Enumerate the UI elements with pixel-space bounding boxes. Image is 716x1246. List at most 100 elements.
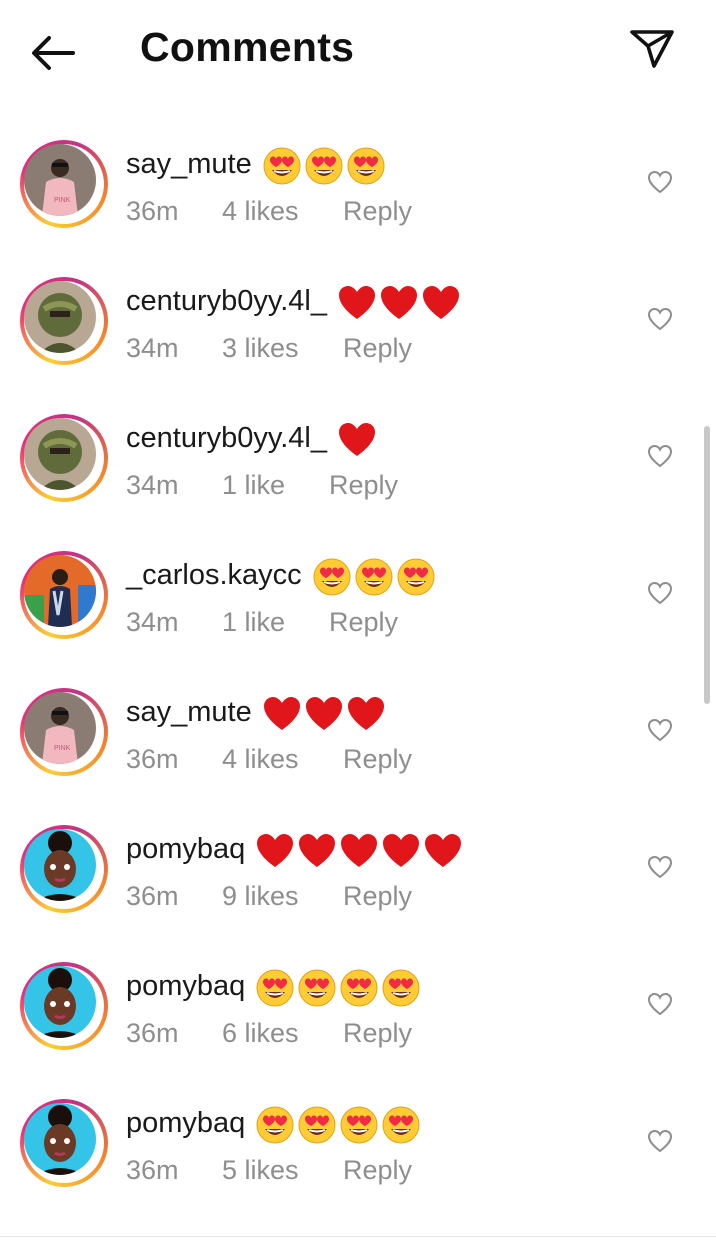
- red-heart-emoji: [423, 831, 463, 871]
- comment-likes[interactable]: 4 likes: [222, 196, 299, 227]
- heart-eyes-emoji: [262, 146, 302, 186]
- share-button[interactable]: [626, 24, 678, 72]
- red-heart-emoji: [297, 831, 337, 871]
- avatar-image: [24, 418, 96, 490]
- comment-row: pomybaq 36m 5 likes Reply: [0, 1085, 716, 1222]
- like-comment-button[interactable]: [644, 166, 676, 198]
- heart-eyes-emoji: [346, 146, 386, 186]
- avatar-image: [24, 966, 96, 1038]
- reply-button[interactable]: Reply: [329, 607, 398, 638]
- comment-likes[interactable]: 6 likes: [222, 1018, 299, 1049]
- heart-eyes-emoji: [304, 146, 344, 186]
- avatar[interactable]: [20, 1099, 108, 1187]
- red-heart-emoji: [421, 283, 461, 323]
- header-bar: Comments: [0, 0, 716, 104]
- comment-likes[interactable]: 1 like: [222, 607, 285, 638]
- avatar-image: [24, 555, 96, 627]
- reply-button[interactable]: Reply: [343, 881, 412, 912]
- arrow-left-icon: [32, 36, 75, 70]
- like-comment-button[interactable]: [644, 440, 676, 472]
- comment-text: [255, 831, 463, 871]
- comment-time: 34m: [126, 607, 179, 637]
- avatar-image: PINK: [24, 692, 96, 764]
- comment-text: [337, 420, 377, 460]
- like-comment-button[interactable]: [644, 851, 676, 883]
- comment-username[interactable]: centuryb0yy.4l_: [126, 285, 327, 318]
- comment-username[interactable]: say_mute: [126, 148, 252, 181]
- svg-text:PINK: PINK: [54, 745, 71, 752]
- comment-row: pomybaq 36m 6 likes Reply: [0, 948, 716, 1085]
- like-comment-button[interactable]: [644, 714, 676, 746]
- avatar[interactable]: [20, 962, 108, 1050]
- red-heart-emoji: [337, 420, 377, 460]
- comment-username[interactable]: pomybaq: [126, 1107, 245, 1140]
- avatar[interactable]: [20, 414, 108, 502]
- avatar[interactable]: [20, 277, 108, 365]
- heart-eyes-emoji: [297, 1105, 337, 1145]
- reply-button[interactable]: Reply: [329, 470, 398, 501]
- heart-eyes-emoji: [255, 968, 295, 1008]
- divider: [0, 1236, 716, 1237]
- red-heart-emoji: [379, 283, 419, 323]
- page-title: Comments: [140, 24, 355, 70]
- avatar-image: [24, 281, 96, 353]
- heart-eyes-emoji: [312, 557, 352, 597]
- comment-likes[interactable]: 1 like: [222, 470, 285, 501]
- comment-username[interactable]: say_mute: [126, 696, 252, 729]
- heart-eyes-emoji: [381, 968, 421, 1008]
- avatar[interactable]: PINK: [20, 688, 108, 776]
- heart-eyes-emoji: [354, 557, 394, 597]
- heart-outline-icon: [647, 992, 673, 1016]
- red-heart-emoji: [339, 831, 379, 871]
- avatar[interactable]: [20, 825, 108, 913]
- heart-eyes-emoji: [255, 1105, 295, 1145]
- back-button[interactable]: [26, 28, 80, 78]
- comment-time: 36m: [126, 881, 179, 911]
- red-heart-emoji: [337, 283, 377, 323]
- heart-outline-icon: [647, 855, 673, 879]
- red-heart-emoji: [262, 694, 302, 734]
- reply-button[interactable]: Reply: [343, 333, 412, 364]
- avatar-image: [24, 1103, 96, 1175]
- heart-eyes-emoji: [297, 968, 337, 1008]
- like-comment-button[interactable]: [644, 1125, 676, 1157]
- comment-row: pomybaq 36m 9 likes Reply: [0, 811, 716, 948]
- comment-likes[interactable]: 5 likes: [222, 1155, 299, 1186]
- comment-text: [262, 694, 386, 734]
- comment-text: [312, 557, 436, 597]
- svg-text:PINK: PINK: [54, 197, 71, 204]
- comment-username[interactable]: pomybaq: [126, 970, 245, 1003]
- heart-outline-icon: [647, 444, 673, 468]
- comment-likes[interactable]: 9 likes: [222, 881, 299, 912]
- heart-outline-icon: [647, 581, 673, 605]
- avatar[interactable]: PINK: [20, 140, 108, 228]
- comment-username[interactable]: centuryb0yy.4l_: [126, 422, 327, 455]
- like-comment-button[interactable]: [644, 577, 676, 609]
- comment-username[interactable]: _carlos.kaycc: [126, 559, 302, 592]
- heart-outline-icon: [647, 307, 673, 331]
- comment-time: 36m: [126, 196, 179, 226]
- reply-button[interactable]: Reply: [343, 744, 412, 775]
- comment-text: [255, 968, 421, 1008]
- reply-button[interactable]: Reply: [343, 196, 412, 227]
- avatar[interactable]: [20, 551, 108, 639]
- red-heart-emoji: [255, 831, 295, 871]
- comment-row: centuryb0yy.4l_ 34m 1 like Reply: [0, 400, 716, 537]
- comment-likes[interactable]: 3 likes: [222, 333, 299, 364]
- comment-time: 34m: [126, 470, 179, 500]
- like-comment-button[interactable]: [644, 988, 676, 1020]
- heart-eyes-emoji: [396, 557, 436, 597]
- like-comment-button[interactable]: [644, 303, 676, 335]
- red-heart-emoji: [381, 831, 421, 871]
- heart-eyes-emoji: [339, 1105, 379, 1145]
- red-heart-emoji: [346, 694, 386, 734]
- paper-plane-icon: [630, 30, 674, 68]
- comment-likes[interactable]: 4 likes: [222, 744, 299, 775]
- comment-row: centuryb0yy.4l_ 34m 3 likes Reply: [0, 263, 716, 400]
- comment-username[interactable]: pomybaq: [126, 833, 245, 866]
- comment-time: 36m: [126, 744, 179, 774]
- reply-button[interactable]: Reply: [343, 1018, 412, 1049]
- heart-outline-icon: [647, 718, 673, 742]
- scrollbar[interactable]: [704, 426, 710, 704]
- reply-button[interactable]: Reply: [343, 1155, 412, 1186]
